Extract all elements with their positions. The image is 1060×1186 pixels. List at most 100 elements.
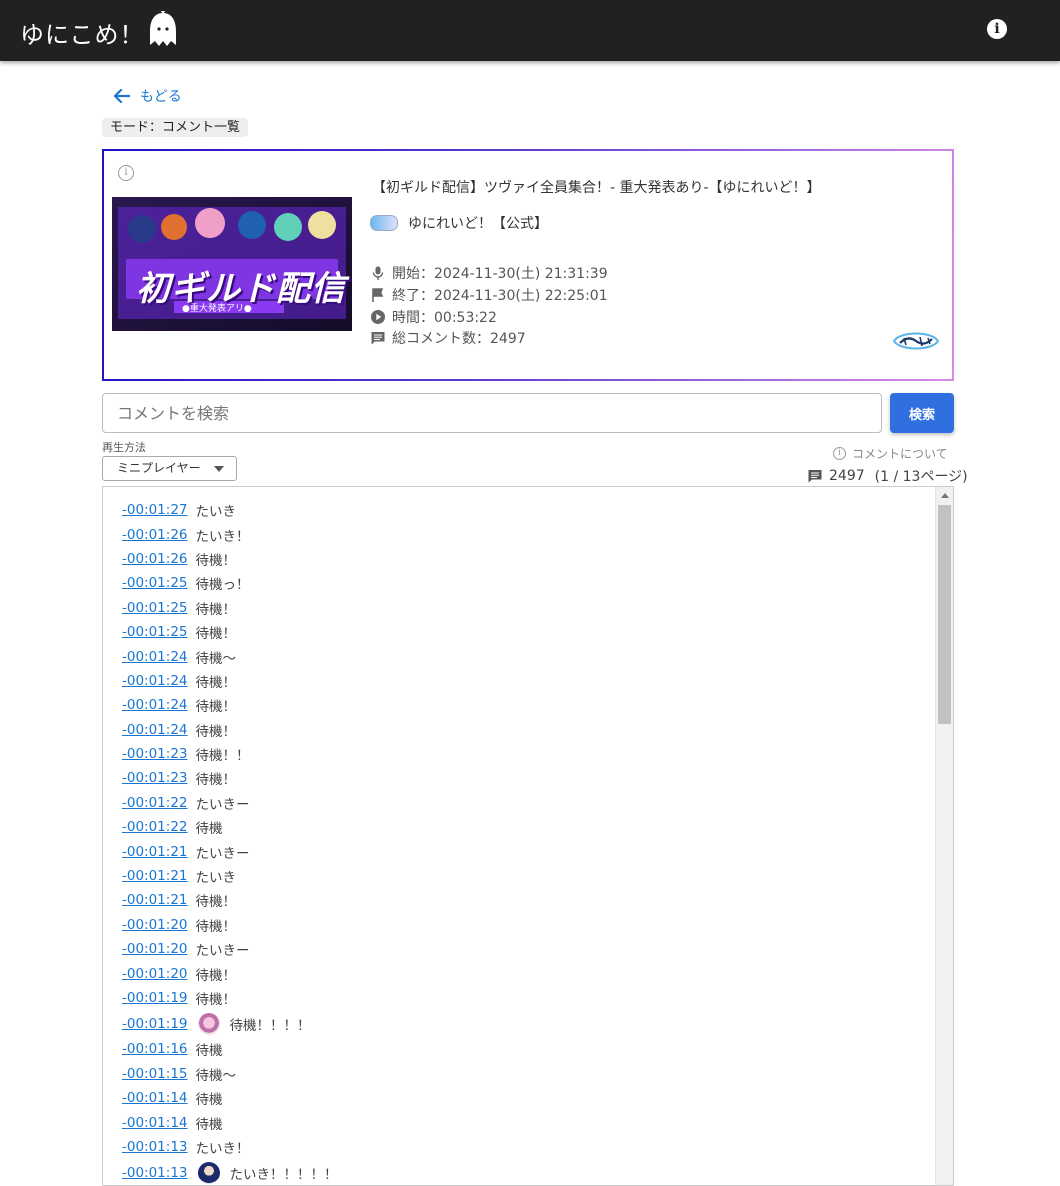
comment-timestamp-link[interactable]: -00:01:13: [122, 1139, 188, 1155]
comment-text: 待機！: [195, 601, 237, 618]
comment-timestamp-link[interactable]: -00:01:20: [122, 917, 188, 933]
comment-icon: [808, 470, 822, 483]
video-thumbnail[interactable]: 初ギルド配信 ●重大発表アリ●: [112, 197, 352, 331]
comment-row: -00:01:14 待機: [122, 1110, 338, 1134]
end-time: 終了：2024-11-30(土) 22:25:01: [370, 285, 608, 305]
comment-row: -00:01:21 たいきー: [122, 839, 338, 863]
app-bar: ゆにこめ！ i: [0, 0, 1060, 61]
comment-row: -00:01:20 たいきー: [122, 937, 338, 961]
about-comments-link[interactable]: i コメントについて: [833, 445, 948, 462]
video-title[interactable]: 【初ギルド配信】ツヴァイ全員集合！- 重大発表あり-【ゆにれいど！】: [372, 177, 821, 197]
comment-timestamp-link[interactable]: -00:01:19: [122, 1016, 188, 1032]
comment-row: -00:01:20 待機！: [122, 913, 338, 937]
comment-text: 待機！: [195, 918, 237, 935]
comment-row: -00:01:25 待機！: [122, 620, 338, 644]
start-time-text: 開始：2024-11-30(土) 21:31:39: [392, 266, 608, 282]
comment-row: -00:01:13 たいき！！！！！: [122, 1159, 338, 1185]
comment-rows: -00:01:27 たいき -00:01:26 たいき！ -00:01:26 待機！ -00…: [122, 498, 338, 1185]
play-circle-icon: [371, 310, 385, 324]
playback-selected: ミニプレイヤー: [117, 461, 201, 475]
comment-row: -00:01:24 待機！: [122, 669, 338, 693]
comment-row: -00:01:19 待機！！！！: [122, 1010, 338, 1037]
comment-row: -00:01:22 たいきー: [122, 791, 338, 815]
comment-timestamp-link[interactable]: -00:01:24: [122, 697, 188, 713]
comment-timestamp-link[interactable]: -00:01:16: [122, 1041, 188, 1057]
comment-row: -00:01:16 待機: [122, 1037, 338, 1061]
comment-text: 待機: [195, 1043, 223, 1060]
comment-text: 待機！: [195, 699, 237, 716]
comment-text: たいき！: [195, 1140, 250, 1157]
comment-timestamp-link[interactable]: -00:01:21: [122, 844, 188, 860]
comment-timestamp-link[interactable]: -00:01:24: [122, 673, 188, 689]
comment-timestamp-link[interactable]: -00:01:24: [122, 649, 188, 665]
info-outline-icon[interactable]: i: [118, 165, 134, 181]
comment-row: -00:01:21 待機！: [122, 888, 338, 912]
comment-icon: [371, 332, 385, 345]
back-link[interactable]: もどる: [112, 84, 182, 108]
comment-count: 2497 (1 / 13ページ): [807, 466, 968, 486]
playback-select[interactable]: ミニプレイヤー: [102, 456, 237, 481]
channel[interactable]: ゆにれいど！【公式】: [370, 213, 548, 233]
comment-row: -00:01:24 待機！: [122, 693, 338, 717]
arrow-left-icon: [113, 88, 131, 104]
comment-text: 待機！！！！: [229, 1017, 311, 1034]
comment-timestamp-link[interactable]: -00:01:21: [122, 868, 188, 884]
comment-count-number: 2497: [829, 468, 865, 484]
thumbnail-subtitle: ●重大発表アリ●: [182, 304, 252, 314]
duration: 時間：00:53:22: [370, 307, 497, 327]
comment-timestamp-link[interactable]: -00:01:26: [122, 551, 188, 567]
playback-label: 再生方法: [102, 441, 146, 454]
app-title[interactable]: ゆにこめ！: [20, 15, 145, 50]
comment-timestamp-link[interactable]: -00:01:22: [122, 819, 188, 835]
comment-timestamp-link[interactable]: -00:01:25: [122, 575, 188, 591]
comment-timestamp-link[interactable]: -00:01:25: [122, 600, 188, 616]
comment-row: -00:01:26 待機！: [122, 547, 338, 571]
comment-timestamp-link[interactable]: -00:01:24: [122, 722, 188, 738]
scrollbar-thumb[interactable]: [938, 505, 951, 724]
comment-timestamp-link[interactable]: -00:01:19: [122, 990, 188, 1006]
flag-icon: [372, 288, 384, 302]
comment-text: 待機っ！: [195, 577, 250, 594]
info-icon[interactable]: i: [987, 19, 1007, 39]
comment-timestamp-link[interactable]: -00:01:23: [122, 770, 188, 786]
channel-name: ゆにれいど！【公式】: [408, 216, 548, 232]
comment-text: たいきー: [195, 845, 250, 862]
comment-text: 待機: [195, 821, 223, 838]
mode-chip: モード：コメント一覧: [102, 118, 249, 137]
comment-timestamp-link[interactable]: -00:01:21: [122, 892, 188, 908]
search-input[interactable]: [102, 393, 882, 433]
comment-text: たいきー: [195, 796, 250, 813]
pagination-text: (1 / 13ページ): [874, 469, 968, 485]
comment-row: -00:01:21 たいき: [122, 864, 338, 888]
comment-text: 待機！: [195, 626, 237, 643]
comment-row: -00:01:24 待機〜: [122, 644, 338, 668]
comment-row: -00:01:23 待機！！: [122, 742, 338, 766]
comment-timestamp-link[interactable]: -00:01:13: [122, 1165, 188, 1181]
caret-down-icon: [214, 466, 224, 472]
about-comments-label: コメントについて: [852, 447, 948, 461]
comment-timestamp-link[interactable]: -00:01:27: [122, 502, 188, 518]
scroll-up-arrow-icon[interactable]: [941, 493, 949, 498]
comment-timestamp-link[interactable]: -00:01:25: [122, 624, 188, 640]
comment-timestamp-link[interactable]: -00:01:20: [122, 941, 188, 957]
comment-text: 待機！: [195, 772, 237, 789]
brand-logo-icon: [892, 332, 940, 350]
comment-list[interactable]: -00:01:27 たいき -00:01:26 たいき！ -00:01:26 待機！ -00…: [102, 486, 954, 1186]
comment-timestamp-link[interactable]: -00:01:14: [122, 1090, 188, 1106]
comment-timestamp-link[interactable]: -00:01:15: [122, 1066, 188, 1082]
comment-row: -00:01:13 たいき！: [122, 1135, 338, 1159]
comment-timestamp-link[interactable]: -00:01:22: [122, 795, 188, 811]
microphone-icon: [372, 266, 384, 280]
comment-text: 待機: [195, 1116, 223, 1133]
comment-row: -00:01:19 待機！: [122, 986, 338, 1010]
scrollbar[interactable]: [935, 487, 953, 1185]
comment-timestamp-link[interactable]: -00:01:14: [122, 1115, 188, 1131]
comment-row: -00:01:15 待機〜: [122, 1062, 338, 1086]
comment-timestamp-link[interactable]: -00:01:26: [122, 527, 188, 543]
comment-timestamp-link[interactable]: -00:01:23: [122, 746, 188, 762]
comment-row: -00:01:25 待機っ！: [122, 571, 338, 595]
search-button[interactable]: 検索: [890, 393, 954, 433]
comment-text: 待機！: [195, 552, 237, 569]
comment-timestamp-link[interactable]: -00:01:20: [122, 966, 188, 982]
comment-text: 待機〜: [195, 1067, 237, 1084]
